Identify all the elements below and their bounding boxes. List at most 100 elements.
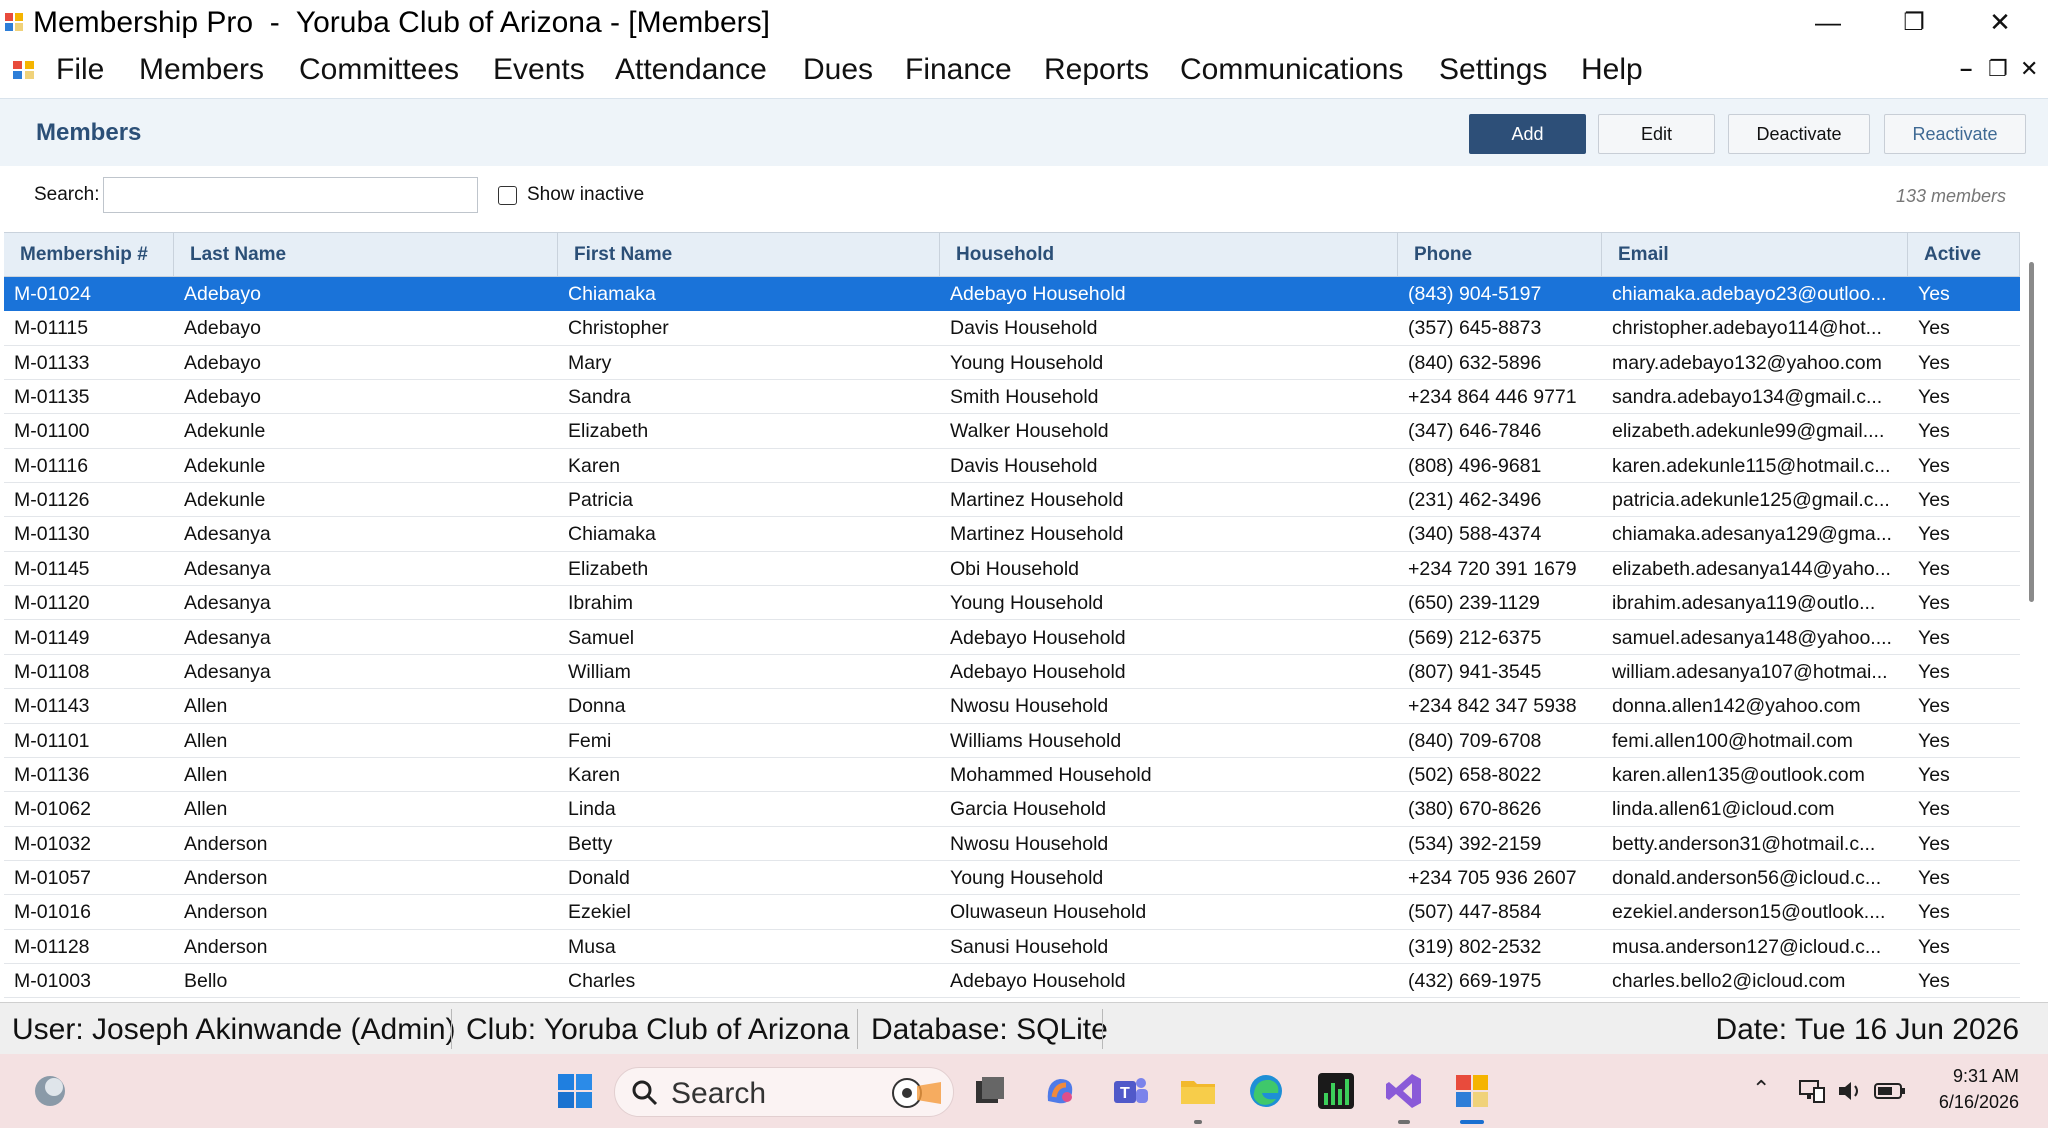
cell-phone[interactable]: (840) 709-6708 [1398,724,1602,758]
menu-members[interactable]: Members [139,51,264,89]
cell-last-name[interactable]: Adesanya [174,655,558,689]
cell-household[interactable]: Young Household [940,861,1398,895]
clock-date[interactable]: 6/16/2026 [1939,1092,2019,1113]
cell-last-name[interactable]: Adesanya [174,552,558,586]
cell-membership[interactable]: M-01032 [4,827,174,861]
cell-email[interactable]: femi.allen100@hotmail.com [1602,724,1908,758]
cell-household[interactable]: Adebayo Household [940,277,1398,311]
cell-first-name[interactable]: Samuel [558,621,940,655]
cell-first-name[interactable]: Linda [558,792,940,826]
table-row[interactable]: M-01108 Adesanya William Adebayo Household(… [4,654,2020,690]
cell-phone[interactable]: (319) 802-2532 [1398,930,1602,964]
cell-household[interactable]: Martinez Household [940,483,1398,517]
table-row[interactable]: M-01136 Allen Karen Mohammed Household (502)… [4,757,2020,793]
cell-email[interactable]: patricia.adekunle125@gmail.c... [1602,483,1908,517]
taskbar-search[interactable]: Search [614,1067,954,1117]
column-header-email[interactable]: Email [1602,233,1908,277]
cell-household[interactable]: Martinez Household [940,517,1398,551]
cell-membership[interactable]: M-01016 [4,895,174,929]
cell-email[interactable]: linda.allen61@icloud.com [1602,792,1908,826]
cell-active[interactable]: Yes [1908,552,2020,586]
table-row[interactable]: M-01128 Anderson Musa Sanusi Household (319)… [4,929,2020,964]
cell-first-name[interactable]: Sandra [558,380,940,414]
table-row[interactable]: M-01116 Adekunle Karen Davis Household (808)… [4,448,2020,484]
edit-button[interactable]: Edit [1598,114,1715,154]
cell-first-name[interactable]: Femi [558,724,940,758]
cell-membership[interactable]: M-01143 [4,689,174,723]
cell-household[interactable]: Walker Household [940,414,1398,448]
cell-last-name[interactable]: Anderson [174,930,558,964]
reactivate-button[interactable]: Reactivate [1884,114,2026,154]
menu-file[interactable]: File [56,51,104,89]
column-header-active[interactable]: Active [1908,233,2020,277]
cell-active[interactable]: Yes [1908,380,2020,414]
cell-phone[interactable]: (432) 669-1975 [1398,964,1602,998]
column-header-phone[interactable]: Phone [1398,233,1602,277]
cell-first-name[interactable]: Charles [558,964,940,998]
cell-household[interactable]: Young Household [940,586,1398,620]
mdi-close-button[interactable]: ✕ [2020,56,2038,82]
cell-active[interactable]: Yes [1908,517,2020,551]
cell-membership[interactable]: M-01130 [4,517,174,551]
cell-first-name[interactable]: Donald [558,861,940,895]
teams-icon[interactable]: T [1110,1071,1150,1111]
cell-email[interactable]: christopher.adebayo114@hot... [1602,311,1908,345]
table-row[interactable]: M-01149 Adesanya Samuel Adebayo Household (5… [4,620,2020,655]
cell-last-name[interactable]: Adebayo [174,311,558,345]
cell-last-name[interactable]: Adebayo [174,346,558,380]
cell-last-name[interactable]: Adesanya [174,621,558,655]
mdi-minimize-button[interactable]: – [1960,56,1972,82]
cell-active[interactable]: Yes [1908,792,2020,826]
table-row[interactable]: M-01130 Adesanya Chiamaka Martinez Househol… [4,517,2020,552]
cell-first-name[interactable]: Elizabeth [558,552,940,586]
cell-household[interactable]: Davis Household [940,311,1398,345]
cell-membership[interactable]: M-01149 [4,621,174,655]
cell-active[interactable]: Yes [1908,414,2020,448]
members-grid[interactable]: Membership # Last Name First Name Househ… [4,232,2020,1000]
cell-first-name[interactable]: Chiamaka [558,277,940,311]
cell-phone[interactable]: (502) 658-8022 [1398,758,1602,792]
cell-membership[interactable]: M-01135 [4,380,174,414]
cell-phone[interactable]: +234 864 446 9771 [1398,380,1602,414]
cell-first-name[interactable]: Ezekiel [558,895,940,929]
cell-last-name[interactable]: Adekunle [174,449,558,483]
cell-email[interactable]: chiamaka.adesanya129@gma... [1602,517,1908,551]
edge-icon[interactable] [1246,1071,1286,1111]
cell-email[interactable]: karen.adekunle115@hotmail.c... [1602,449,1908,483]
minimize-button[interactable]: — [1785,0,1871,44]
cell-first-name[interactable]: Christopher [558,311,940,345]
cell-phone[interactable]: (840) 632-5896 [1398,346,1602,380]
cell-last-name[interactable]: Anderson [174,827,558,861]
show-inactive-label[interactable]: Show inactive [527,184,644,206]
cell-household[interactable]: Smith Household [940,380,1398,414]
cell-household[interactable]: Adebayo Household [940,621,1398,655]
mdi-restore-button[interactable]: ❐ [1988,56,2008,82]
column-header-last-name[interactable]: Last Name [174,233,558,277]
cell-household[interactable]: Adebayo Household [940,655,1398,689]
chevron-up-icon[interactable]: ⌃ [1752,1076,1770,1102]
cell-active[interactable]: Yes [1908,277,2020,311]
cell-membership[interactable]: M-01101 [4,724,174,758]
cell-phone[interactable]: +234 720 391 1679 [1398,552,1602,586]
menu-reports[interactable]: Reports [1044,51,1149,89]
table-row[interactable]: M-01101 Allen Femi Williams Household (840) … [4,723,2020,758]
cell-first-name[interactable]: Musa [558,930,940,964]
cell-membership[interactable]: M-01145 [4,552,174,586]
table-row[interactable]: M-01145 Adesanya Elizabeth Obi Household +23… [4,551,2020,587]
cell-membership[interactable]: M-01115 [4,311,174,345]
restore-button[interactable]: ❐ [1871,0,1957,44]
cell-membership[interactable]: M-01062 [4,792,174,826]
cell-household[interactable]: Nwosu Household [940,827,1398,861]
cell-email[interactable]: donna.allen142@yahoo.com [1602,689,1908,723]
copilot-icon[interactable] [1040,1071,1080,1111]
cell-membership[interactable]: M-01133 [4,346,174,380]
cell-active[interactable]: Yes [1908,724,2020,758]
cell-email[interactable]: elizabeth.adesanya144@yaho... [1602,552,1908,586]
stocks-app-icon[interactable] [1316,1071,1356,1111]
cell-phone[interactable]: (231) 462-3496 [1398,483,1602,517]
menu-attendance[interactable]: Attendance [615,51,767,89]
cell-first-name[interactable]: Karen [558,449,940,483]
cell-active[interactable]: Yes [1908,346,2020,380]
cell-first-name[interactable]: Betty [558,827,940,861]
cell-household[interactable]: Young Household [940,346,1398,380]
